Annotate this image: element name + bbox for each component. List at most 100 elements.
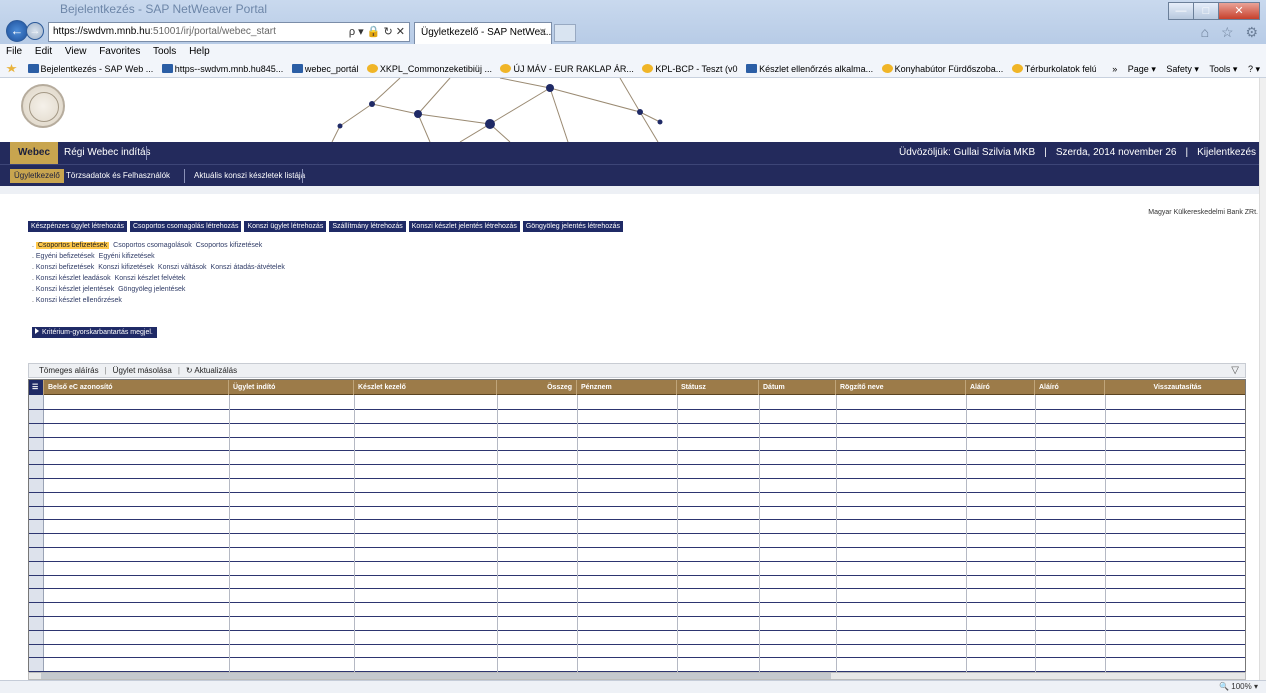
table-row-line bbox=[29, 657, 1245, 658]
favorite-link[interactable]: KPL-BCP - Teszt (v0 bbox=[642, 60, 738, 77]
link-konszi-befizetesek[interactable]: Konszi befizetések bbox=[36, 264, 94, 271]
link-konszi-valtasok[interactable]: Konszi váltások bbox=[158, 264, 207, 271]
column-header[interactable]: Belső eC azonosító bbox=[44, 380, 229, 395]
link-konszi-atadas-atvetelek[interactable]: Konszi átadás-átvételek bbox=[211, 264, 285, 271]
menu-bar: File Edit View Favorites Tools Help bbox=[0, 44, 1266, 60]
konszi-ugylet-button[interactable]: Konszi ügylet létrehozás bbox=[244, 221, 327, 232]
column-header[interactable]: Ügylet indító bbox=[229, 380, 354, 395]
link-gongyoleg-jelentesek[interactable]: Göngyöleg jelentések bbox=[118, 286, 185, 293]
scrollbar-thumb[interactable] bbox=[41, 673, 831, 679]
menu-edit[interactable]: Edit bbox=[35, 46, 52, 57]
page-menu[interactable]: Page ▾ bbox=[1128, 64, 1156, 74]
select-all-icon[interactable]: ☰ bbox=[29, 380, 44, 395]
minimize-button[interactable]: — bbox=[1168, 2, 1194, 20]
address-tools[interactable]: ρ ▾ 🔒 ↻ ✕ bbox=[349, 23, 405, 41]
tab-regi-webec[interactable]: Régi Webec indítás bbox=[56, 142, 159, 164]
horizontal-scrollbar[interactable] bbox=[28, 672, 1246, 680]
table-row-line bbox=[29, 547, 1245, 548]
home-favorites-settings-icons[interactable]: ⌂ ☆ ⚙ bbox=[1201, 24, 1262, 41]
table-row-line bbox=[29, 561, 1245, 562]
link-konszi-kifizetesek[interactable]: Konszi kifizetések bbox=[98, 264, 154, 271]
szallitmany-button[interactable]: Szállítmány létrehozás bbox=[329, 221, 406, 232]
back-arrow-icon[interactable]: ← bbox=[6, 20, 28, 42]
link-csoportos-csomagolasok[interactable]: Csoportos csomagolások bbox=[113, 242, 192, 249]
favorite-link[interactable]: Készlet ellenőrzés alkalma... bbox=[746, 60, 873, 77]
link-konszi-keszlet-leadasok[interactable]: Konszi készlet leadások bbox=[36, 275, 111, 282]
column-header[interactable]: Dátum bbox=[759, 380, 836, 395]
menu-view[interactable]: View bbox=[65, 46, 87, 57]
favorite-link[interactable]: XKPL_Commonzeketibiüj ... bbox=[366, 60, 492, 77]
logout-link[interactable]: Kijelentkezés bbox=[1197, 147, 1256, 158]
help-menu[interactable]: ? ▾ bbox=[1248, 64, 1260, 74]
menu-tools[interactable]: Tools bbox=[153, 46, 176, 57]
tab-separator bbox=[146, 146, 147, 160]
separator: | bbox=[177, 366, 180, 375]
keszpenzes-ugylet-button[interactable]: Készpénzes ügylet létrehozás bbox=[28, 221, 127, 232]
gongyoleg-jelentes-button[interactable]: Göngyöleg jelentés létrehozás bbox=[522, 221, 623, 232]
favorite-link[interactable]: Bejelentkezés - SAP Web ... bbox=[27, 60, 153, 77]
close-window-button[interactable]: ✕ bbox=[1218, 2, 1260, 20]
favorite-link[interactable]: https--swdvm.mnb.hu845... bbox=[161, 60, 283, 77]
command-bar: » Page ▾ Safety ▾ Tools ▾ ? ▾ bbox=[1096, 60, 1260, 77]
table-column-line bbox=[759, 395, 760, 676]
link-csoportos-kifizetesek[interactable]: Csoportos kifizetések bbox=[196, 242, 263, 249]
filter-icon[interactable]: ▽ bbox=[1231, 364, 1239, 377]
column-header[interactable]: Készlet kezelő bbox=[354, 380, 497, 395]
address-bar[interactable]: https://swdvm.mnb.hu:51001/irj/portal/we… bbox=[48, 22, 410, 42]
table-row-line bbox=[29, 588, 1245, 589]
tab-torzsadatok[interactable]: Törzsadatok és Felhasználók bbox=[62, 169, 174, 183]
konszi-keszlet-jelentes-button[interactable]: Konszi készlet jelentés létrehozás bbox=[408, 221, 520, 232]
link-row: Konszi készlet jelentések Göngyöleg jelen… bbox=[32, 284, 289, 295]
aktualizalas-button[interactable]: Aktualizálás bbox=[194, 366, 237, 375]
column-header[interactable]: Aláíró bbox=[966, 380, 1035, 395]
ugylet-masolasa-button[interactable]: Ügylet másolása bbox=[113, 366, 172, 375]
safety-menu[interactable]: Safety ▾ bbox=[1166, 64, 1199, 74]
menu-help[interactable]: Help bbox=[189, 46, 210, 57]
tab-aktualis-konszi[interactable]: Aktuális konszi készletek listája bbox=[190, 169, 309, 183]
status-bar: 🔍 100% ▾ bbox=[0, 680, 1266, 693]
link-konszi-keszlet-felvetek[interactable]: Konszi készlet felvétek bbox=[115, 275, 186, 282]
table-column-line bbox=[677, 395, 678, 676]
maximize-button[interactable]: □ bbox=[1193, 2, 1219, 20]
column-header[interactable]: Státusz bbox=[677, 380, 759, 395]
more-favorites-button[interactable]: » bbox=[1112, 64, 1117, 74]
kriterium-toggle-button[interactable]: Kritérium-gyorskarbantartás megjel. bbox=[32, 327, 157, 338]
menu-file[interactable]: File bbox=[6, 46, 22, 57]
table-row-line bbox=[29, 464, 1245, 465]
favorites-star[interactable] bbox=[6, 60, 19, 77]
csoportos-csomagolas-button[interactable]: Csoportos csomagolás létrehozás bbox=[130, 221, 242, 232]
tab-webec[interactable]: Webec bbox=[10, 142, 59, 164]
favorite-link[interactable]: webec_portál bbox=[291, 60, 358, 77]
column-header[interactable]: Összeg bbox=[497, 380, 577, 395]
tab-ugyletkezelo[interactable]: Ügyletkezelő - SAP NetWea... ✕ bbox=[414, 22, 552, 44]
link-csoportos-befizetesek[interactable]: Csoportos befizetések bbox=[35, 242, 110, 249]
kriterium-label: Kritérium-gyorskarbantartás megjel. bbox=[42, 329, 153, 336]
tab-ugyletkezelo-sub[interactable]: Ügyletkezelő bbox=[10, 169, 64, 183]
new-tab-button[interactable] bbox=[554, 24, 576, 42]
favorite-link[interactable]: Konyhabútor Fürdőszoba... bbox=[881, 60, 1003, 77]
table-row-line bbox=[29, 437, 1245, 438]
ie-page-icon bbox=[881, 64, 893, 73]
forward-arrow-icon[interactable]: → bbox=[26, 22, 44, 40]
column-header[interactable]: Rögzítő neve bbox=[836, 380, 966, 395]
tab-close-icon[interactable]: ✕ bbox=[539, 23, 547, 43]
network-graphic bbox=[331, 78, 663, 142]
menu-favorites[interactable]: Favorites bbox=[99, 46, 140, 57]
favorite-link[interactable]: ÚJ MÁV - EUR RAKLAP ÁR... bbox=[500, 60, 634, 77]
column-header[interactable]: Visszautasítás bbox=[1105, 380, 1245, 395]
table-column-line bbox=[577, 395, 578, 676]
zoom-level[interactable]: 🔍 100% ▾ bbox=[1219, 681, 1258, 693]
tomeges-alairas-button[interactable]: Tömeges aláírás bbox=[39, 366, 99, 375]
link-konszi-keszlet-jelentesek[interactable]: Konszi készlet jelentések bbox=[36, 286, 114, 293]
page-scrollbar[interactable] bbox=[1259, 78, 1266, 680]
link-egyeni-kifizetesek[interactable]: Egyéni kifizetések bbox=[99, 253, 155, 260]
column-header[interactable]: Pénznem bbox=[577, 380, 677, 395]
column-header[interactable]: Aláíró bbox=[1035, 380, 1105, 395]
link-konszi-keszlet-ellenorzesek[interactable]: Konszi készlet ellenőrzések bbox=[36, 297, 122, 304]
browser-titlebar: Bejelentkezés - SAP NetWeaver Portal — □… bbox=[0, 0, 1266, 44]
link-egyeni-befizetesek[interactable]: Egyéni befizetések bbox=[36, 253, 95, 260]
sap-icon bbox=[291, 64, 303, 73]
tools-menu[interactable]: Tools ▾ bbox=[1209, 64, 1237, 74]
table-row-line bbox=[29, 616, 1245, 617]
top-navigation: Webec Régi Webec indítás Üdvözöljük: Gul… bbox=[0, 142, 1266, 164]
